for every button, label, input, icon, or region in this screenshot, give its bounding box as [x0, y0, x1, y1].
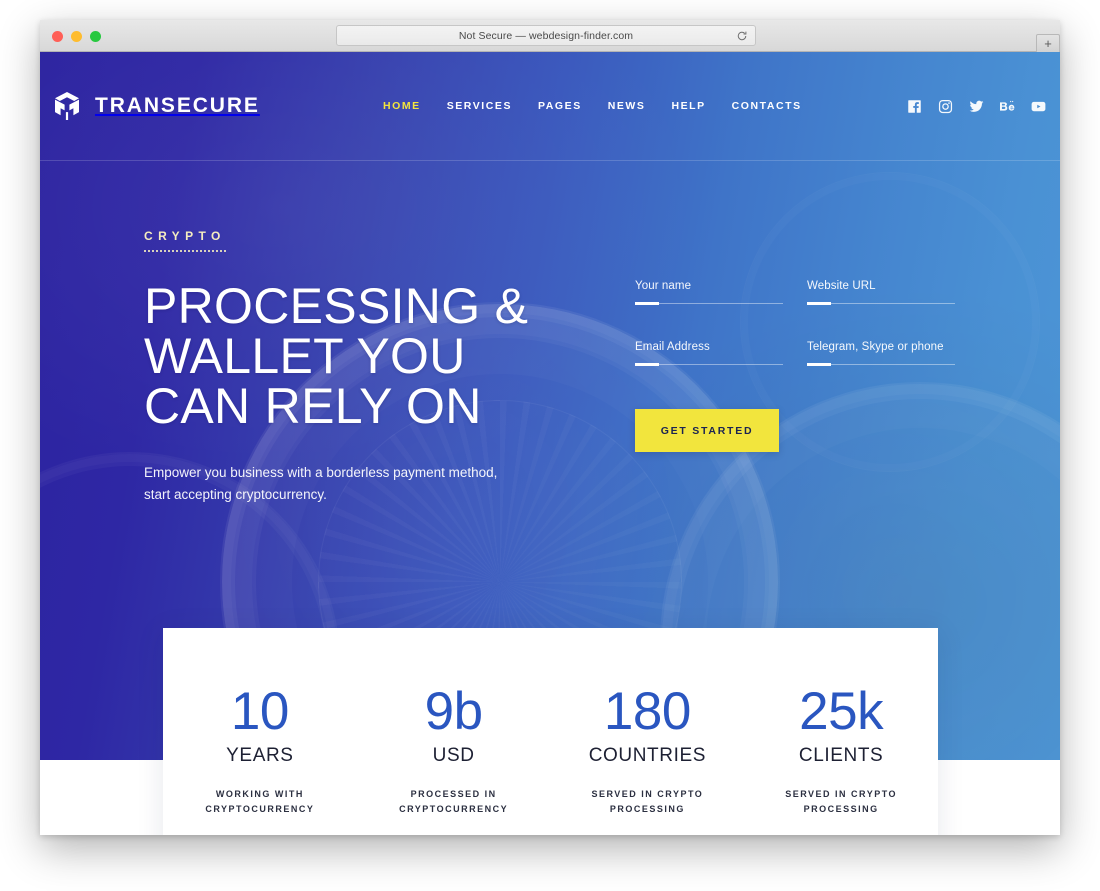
stat-desc-countries: SERVED IN CRYPTO PROCESSING: [551, 787, 745, 817]
lead-capture-form: Your name Website URL Email Address Tele…: [635, 280, 955, 452]
stat-desc-years: WORKING WITH CRYPTOCURRENCY: [163, 787, 357, 817]
nav-item-news[interactable]: NEWS: [608, 100, 646, 112]
field-underline-email-address: [635, 363, 783, 366]
nav-item-pages[interactable]: PAGES: [538, 100, 582, 112]
brand-logo-link[interactable]: TRANSECURE: [52, 90, 260, 122]
get-started-button[interactable]: GET STARTED: [635, 409, 779, 452]
stat-desc-clients: SERVED IN CRYPTO PROCESSING: [744, 787, 938, 817]
stat-value-usd: 9b: [424, 682, 483, 741]
stat-unit-years: YEARS: [226, 745, 294, 766]
hero-subtext: Empower you business with a borderless p…: [144, 462, 528, 506]
stat-unit-clients: CLIENTS: [798, 745, 884, 766]
browser-titlebar: Not Secure — webdesign-finder.com +: [40, 20, 1060, 52]
field-messenger[interactable]: Telegram, Skype or phone: [807, 341, 955, 366]
hero-subtext-line-2: start accepting cryptocurrency.: [144, 487, 327, 502]
youtube-link[interactable]: [1031, 99, 1046, 114]
nav-item-services[interactable]: SERVICES: [447, 100, 512, 112]
address-bar-text: Not Secure — webdesign-finder.com: [458, 29, 634, 42]
stat-value-clients: 25k: [799, 682, 884, 741]
stat-value-countries: 180: [603, 682, 691, 741]
stat-value-years: 10: [230, 682, 289, 741]
page-viewport: TRANSECURE HOME SERVICES PAGES NEWS HELP…: [40, 52, 1060, 835]
stat-desc-clients-line-2: PROCESSING: [803, 804, 879, 814]
stats-card: 10 YEARS WORKING WITH CRYPTOCURRENCY 9b …: [163, 628, 938, 835]
stat-desc-usd: PROCESSED IN CRYPTOCURRENCY: [357, 787, 551, 817]
transecure-cube-logo-icon: [55, 92, 79, 120]
hero-headline-line-3: CAN RELY ON: [144, 378, 482, 434]
zoom-window-button[interactable]: [90, 31, 101, 42]
stat-desc-usd-line-2: CRYPTOCURRENCY: [399, 804, 509, 814]
field-label-email-address: Email Address: [635, 341, 710, 353]
stat-countries: 180 COUNTRIES SERVED IN CRYPTO PROCESSIN…: [551, 628, 745, 817]
field-label-messenger: Telegram, Skype or phone: [807, 341, 944, 353]
field-underline-your-name: [635, 302, 783, 305]
nav-item-home[interactable]: HOME: [383, 100, 421, 112]
main-navigation: HOME SERVICES PAGES NEWS HELP CONTACTS: [383, 100, 802, 112]
twitter-icon: [969, 100, 984, 112]
field-email-address[interactable]: Email Address: [635, 341, 783, 366]
field-website-url[interactable]: Website URL: [807, 280, 955, 305]
form-field-grid: Your name Website URL Email Address Tele…: [635, 280, 955, 366]
stat-years: 10 YEARS WORKING WITH CRYPTOCURRENCY: [163, 628, 357, 817]
new-tab-button[interactable]: +: [1036, 34, 1060, 52]
hero-copy: CRYPTO PROCESSING & WALLET YOU CAN RELY …: [144, 227, 528, 506]
social-links: [907, 99, 1046, 114]
facebook-link[interactable]: [907, 99, 922, 114]
youtube-icon: [1031, 101, 1046, 111]
field-underline-website-url: [807, 302, 955, 305]
stat-desc-years-line-1: WORKING WITH: [215, 789, 304, 799]
nav-item-contacts[interactable]: CONTACTS: [732, 100, 802, 112]
field-label-your-name: Your name: [635, 280, 692, 292]
reload-icon[interactable]: [736, 30, 748, 42]
field-your-name[interactable]: Your name: [635, 280, 783, 305]
site-header: TRANSECURE HOME SERVICES PAGES NEWS HELP…: [40, 52, 1060, 160]
stat-unit-countries: COUNTRIES: [588, 745, 707, 766]
behance-icon: [1000, 100, 1015, 111]
header-divider: [40, 160, 1060, 161]
instagram-icon: [938, 99, 953, 113]
stat-desc-countries-line-1: SERVED IN CRYPTO: [591, 789, 704, 799]
hero-headline-line-2: WALLET YOU: [144, 328, 466, 384]
minimize-window-button[interactable]: [71, 31, 82, 42]
close-window-button[interactable]: [52, 31, 63, 42]
behance-link[interactable]: [1000, 99, 1015, 114]
stat-desc-countries-line-2: PROCESSING: [609, 804, 685, 814]
hero-subtext-line-1: Empower you business with a borderless p…: [144, 465, 498, 480]
window-traffic-lights: [52, 31, 101, 42]
nav-item-help[interactable]: HELP: [671, 100, 705, 112]
hero-headline-line-1: PROCESSING &: [144, 278, 529, 334]
field-label-website-url: Website URL: [807, 280, 876, 292]
stat-usd: 9b USD PROCESSED IN CRYPTOCURRENCY: [357, 628, 551, 817]
stat-desc-years-line-2: CRYPTOCURRENCY: [205, 804, 315, 814]
hero-headline: PROCESSING & WALLET YOU CAN RELY ON: [144, 281, 528, 431]
instagram-link[interactable]: [938, 99, 953, 114]
twitter-link[interactable]: [969, 99, 984, 114]
stat-unit-usd: USD: [432, 745, 475, 766]
stat-desc-clients-line-1: SERVED IN CRYPTO: [785, 789, 898, 799]
address-bar[interactable]: Not Secure — webdesign-finder.com: [336, 25, 756, 46]
stat-desc-usd-line-1: PROCESSED IN: [410, 789, 497, 799]
field-underline-messenger: [807, 363, 955, 366]
stat-clients: 25k CLIENTS SERVED IN CRYPTO PROCESSING: [744, 628, 938, 817]
browser-window: Not Secure — webdesign-finder.com + TRAN…: [40, 20, 1060, 835]
brand-name: TRANSECURE: [95, 94, 260, 117]
hero-eyebrow: CRYPTO: [144, 229, 226, 252]
facebook-icon: [908, 99, 921, 113]
